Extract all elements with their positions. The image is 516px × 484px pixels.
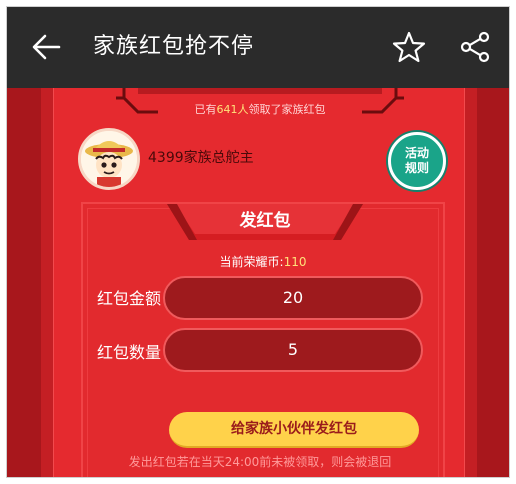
left-rail <box>7 88 41 477</box>
coins-label: 当前荣耀币: <box>219 255 284 269</box>
back-arrow-icon[interactable] <box>29 29 65 65</box>
activity-rules-button[interactable]: 活动 规则 <box>388 132 446 190</box>
quantity-field[interactable]: 5 <box>163 328 423 372</box>
amount-label: 红包金额 <box>97 289 162 308</box>
amount-field[interactable]: 20 <box>163 276 423 320</box>
rules-line-2: 规则 <box>404 161 429 175</box>
panel-title: 发红包 <box>239 211 291 231</box>
current-coins: 当前荣耀币:110 <box>83 254 443 270</box>
star-icon[interactable] <box>391 29 427 65</box>
red-envelope-card: 已有641人领取了家族红包 4399家族总舵主 活动 规则 发红包 当前荣耀币:… <box>53 88 466 477</box>
claimed-count: 641人 <box>216 103 249 116</box>
claimed-count-banner: 已有641人领取了家族红包 <box>54 102 466 118</box>
claimed-prefix: 已有 <box>194 103 217 116</box>
claimed-suffix: 领取了家族红包 <box>248 103 326 116</box>
rules-line-1: 活动 <box>404 146 429 160</box>
coins-value: 110 <box>283 255 307 269</box>
avatar <box>78 128 140 190</box>
right-rail <box>477 88 509 477</box>
app-bar: 家族红包抢不停 <box>7 7 509 88</box>
content-area: 已有641人领取了家族红包 4399家族总舵主 活动 规则 发红包 当前荣耀币:… <box>7 88 509 477</box>
quantity-label: 红包数量 <box>97 343 162 362</box>
send-envelope-panel: 发红包 当前荣耀币:110 红包金额 20 红包数量 5 给家族小伙伴发红包 <box>81 202 445 477</box>
return-notice: 发出红包若在当天24:00前未被领取，则会被退回 <box>128 455 392 469</box>
page-title: 家族红包抢不停 <box>93 34 255 59</box>
screen: 家族红包抢不停 已有641人领取了家族红包 4399家族总舵主 活动 规则 发红… <box>6 6 510 478</box>
send-red-envelope-button[interactable]: 给家族小伙伴发红包 <box>169 412 419 448</box>
family-owner-name: 4399家族总舵主 <box>148 150 254 166</box>
share-icon[interactable] <box>457 29 493 65</box>
